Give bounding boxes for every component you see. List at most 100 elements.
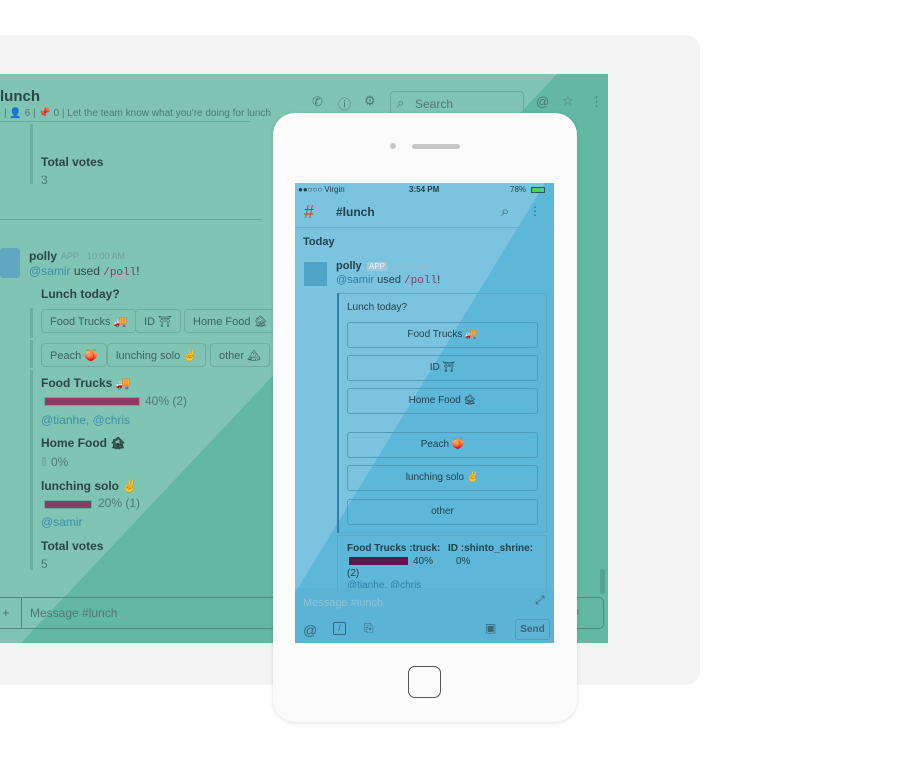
- total-votes-label: Total votes: [41, 155, 104, 169]
- option-button[interactable]: other: [347, 499, 538, 525]
- command-code: /poll: [103, 267, 137, 279]
- day-divider: Today: [303, 236, 335, 248]
- result-percent: 40%: [413, 556, 434, 567]
- channel-topic: Let the team know what you're doing for …: [67, 108, 271, 119]
- mention-icon[interactable]: @: [303, 622, 317, 638]
- attachment-icon[interactable]: ⎘: [364, 621, 374, 636]
- option-button[interactable]: Food Trucks 🚚: [347, 322, 538, 348]
- members-count[interactable]: 6: [25, 108, 31, 119]
- option-button[interactable]: other 🏔: [210, 343, 271, 367]
- user-mention[interactable]: @samir: [29, 264, 71, 278]
- info-icon[interactable]: ⓘ: [338, 94, 351, 113]
- channel-title[interactable]: lunch: [0, 88, 40, 105]
- camera: [390, 143, 396, 149]
- speaker: [412, 144, 460, 149]
- command-code: /poll: [404, 275, 438, 287]
- composer-placeholder: Message #lunch: [303, 597, 384, 609]
- result-bar: [44, 500, 92, 509]
- sender-name[interactable]: polly: [29, 249, 57, 263]
- user-mention[interactable]: @samir: [336, 274, 374, 286]
- result-voters[interactable]: @samir: [41, 515, 83, 529]
- total-votes-value: 5: [41, 557, 48, 571]
- photo-icon[interactable]: ▣: [485, 621, 496, 635]
- search-input[interactable]: ⌕ Search: [390, 91, 524, 115]
- search-icon[interactable]: ⌕: [501, 203, 509, 220]
- option-button[interactable]: Food Trucks 🚚: [41, 309, 137, 333]
- send-button[interactable]: Send: [515, 619, 550, 640]
- search-icon: ⌕: [397, 95, 405, 110]
- option-button[interactable]: Peach 🍑: [347, 432, 538, 458]
- star-icon[interactable]: ☆: [562, 93, 574, 109]
- members-icon: 👤: [9, 108, 22, 119]
- battery-percent: 78%: [510, 185, 527, 194]
- slack-logo-icon[interactable]: #: [304, 202, 314, 223]
- carrier: ●●○○○ Virgin: [298, 185, 345, 194]
- result-bar: [44, 397, 140, 406]
- result-voters[interactable]: @tianhe, @chris: [41, 413, 130, 427]
- bang-text: !: [136, 264, 140, 278]
- pin-icon: 📌: [38, 108, 51, 119]
- pins-count[interactable]: 0: [54, 108, 60, 119]
- app-badge: APP: [61, 251, 80, 261]
- option-button[interactable]: ID ⛩: [347, 355, 538, 381]
- home-button[interactable]: [408, 666, 441, 698]
- divider: [0, 121, 250, 122]
- gear-icon[interactable]: ⚙: [364, 93, 376, 109]
- result-percent: 0%: [51, 455, 69, 469]
- attachment-bar: [337, 293, 339, 533]
- more-icon[interactable]: ⋮: [590, 94, 603, 110]
- result-label: Food Trucks :truck:: [347, 543, 441, 554]
- option-button[interactable]: ID ⛩: [135, 309, 182, 333]
- result-bar: [349, 557, 408, 565]
- option-button[interactable]: Home Food 🏚: [184, 309, 277, 333]
- phone-slack-screen: ●●○○○ Virgin 3:54 PM 78% # #lunch ⌕ ⋮ To…: [295, 183, 554, 643]
- channel-name[interactable]: #lunch: [336, 205, 375, 219]
- option-button[interactable]: Home Food 🏚: [347, 388, 538, 414]
- used-text: used: [73, 264, 100, 278]
- attachment-bar: [30, 340, 33, 368]
- total-votes-value: 3: [41, 173, 48, 187]
- app-badge: APP: [367, 262, 388, 271]
- option-button[interactable]: lunching solo ✌: [347, 465, 538, 491]
- option-button[interactable]: lunching solo ✌: [107, 343, 206, 367]
- result-label: Home Food 🏚: [41, 436, 126, 450]
- used-text: used: [377, 274, 401, 286]
- composer-placeholder: Message #lunch: [30, 606, 118, 620]
- result-voters[interactable]: @tianhe, @chris: [347, 580, 421, 588]
- slash-command-icon[interactable]: /: [333, 622, 346, 635]
- result-label: ID :shinto_shrine:: [448, 543, 534, 554]
- mention-icon[interactable]: @: [536, 94, 549, 109]
- result-label: Food Trucks 🚚: [41, 376, 131, 390]
- more-icon[interactable]: ⋮: [529, 204, 541, 218]
- total-votes-label: Total votes: [41, 539, 104, 553]
- attachment-bar: [30, 370, 33, 570]
- divider: [295, 227, 554, 228]
- timestamp: 10:00 AM: [393, 262, 432, 272]
- polly-avatar[interactable]: [0, 248, 20, 278]
- option-button[interactable]: Peach 🍑: [41, 343, 107, 367]
- poll-question: Lunch today?: [41, 287, 120, 301]
- poll-question: Lunch today?: [347, 302, 408, 313]
- sender-name[interactable]: polly: [336, 260, 362, 272]
- search-placeholder: Search: [415, 97, 454, 111]
- timestamp: 10:00 AM: [87, 251, 126, 261]
- phone-icon[interactable]: ✆: [312, 94, 323, 110]
- divider: [21, 598, 22, 628]
- expand-icon[interactable]: ⤢: [535, 593, 545, 608]
- result-bar: [42, 457, 46, 466]
- battery-icon: [531, 187, 545, 193]
- channel-meta: | 👤 6 | 📌 0 | Let the team know what you…: [4, 108, 271, 119]
- bang-text: !: [437, 274, 441, 286]
- plus-icon[interactable]: +: [2, 605, 10, 620]
- result-percent: 40% (2): [145, 394, 188, 408]
- divider: [0, 219, 262, 220]
- result-label: lunching solo ✌: [41, 479, 138, 493]
- result-percent: 0%: [456, 556, 471, 567]
- scrollbar[interactable]: [600, 569, 605, 594]
- result-count: (2): [347, 568, 360, 579]
- polly-avatar[interactable]: [304, 262, 327, 286]
- status-time: 3:54 PM: [409, 185, 440, 194]
- attachment-bar: [30, 308, 33, 338]
- result-percent: 20% (1): [98, 496, 141, 510]
- attachment-bar: [30, 124, 33, 184]
